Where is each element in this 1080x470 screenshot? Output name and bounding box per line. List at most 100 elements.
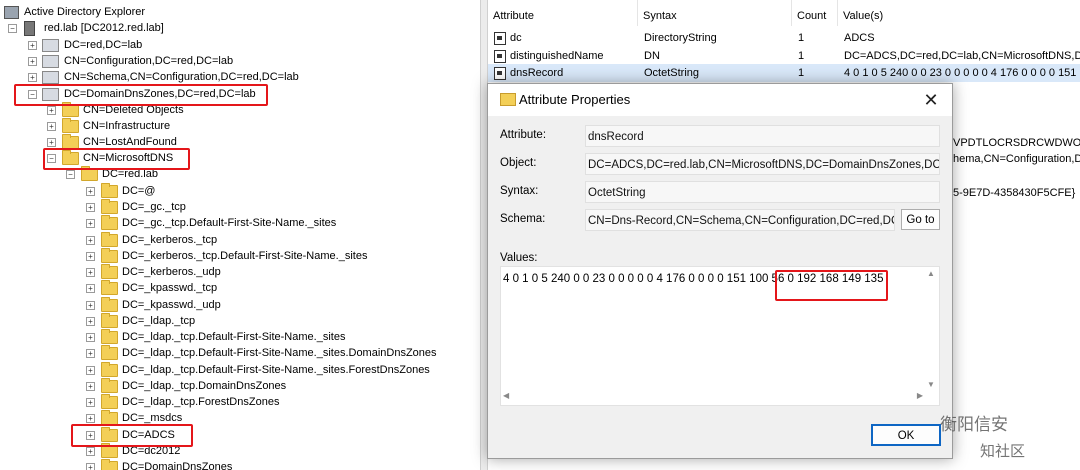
object-field[interactable]: DC=ADCS,DC=red.lab,CN=MicrosoftDNS,DC=Do…: [585, 153, 940, 175]
attribute-icon: [494, 32, 506, 45]
attribute-icon: [494, 50, 506, 63]
collapse-icon[interactable]: −: [8, 24, 17, 33]
highlight-adcs: [71, 424, 193, 447]
tree-item-label: DC=_gc._tcp.Default-First-Site-Name._sit…: [122, 217, 337, 229]
cell-count: 1: [798, 32, 805, 44]
expand-icon[interactable]: +: [86, 463, 95, 470]
values-label: Values:: [500, 252, 538, 264]
app-title: Active Directory Explorer: [24, 6, 146, 18]
folder-icon: [101, 232, 118, 247]
expand-icon[interactable]: +: [86, 382, 95, 391]
cell-syntax: DirectoryString: [644, 32, 717, 44]
container-icon: [42, 71, 59, 84]
syntax-field[interactable]: OctetString: [585, 181, 940, 203]
attribute-label: Attribute:: [500, 129, 547, 141]
column-header-syntax[interactable]: Syntax: [638, 0, 792, 26]
column-header-values[interactable]: Value(s): [838, 0, 1080, 26]
table-row[interactable]: distinguishedName DN 1 DC=ADCS,DC=red,DC…: [488, 47, 1080, 65]
folder-icon: [101, 459, 118, 470]
folder-icon: [62, 118, 79, 133]
attribute-field[interactable]: dnsRecord: [585, 125, 940, 147]
folder-icon: [101, 280, 118, 295]
tree-item-label: CN=Schema,CN=Configuration,DC=red,DC=lab: [64, 71, 299, 83]
folder-icon: [101, 378, 118, 393]
vertical-scrollbar[interactable]: ▲ ▼: [924, 269, 937, 389]
scroll-left-icon[interactable]: ◀: [503, 391, 509, 400]
highlight-ip-bytes: [775, 270, 888, 301]
tree-item-label: DC=_ldap._tcp: [122, 315, 196, 327]
highlight-domaindnszones: [14, 84, 268, 106]
folder-icon: [500, 93, 516, 106]
tree-item-label: DC=_ldap._tcp.Default-First-Site-Name._s…: [122, 347, 437, 359]
expand-icon[interactable]: +: [86, 268, 95, 277]
expand-icon[interactable]: +: [28, 73, 37, 82]
horizontal-scrollbar[interactable]: ◀ ▶: [503, 390, 923, 403]
cell-value: ADCS: [844, 32, 875, 44]
column-header-count[interactable]: Count: [792, 0, 838, 26]
close-icon[interactable]: ✕: [920, 89, 942, 111]
table-row[interactable]: dc DirectoryString 1 ADCS: [488, 29, 1080, 47]
expand-icon[interactable]: +: [86, 333, 95, 342]
schema-label: Schema:: [500, 213, 546, 225]
object-label: Object:: [500, 157, 537, 169]
peek-text: 5-9E7D-4358430F5CFE}: [953, 187, 1076, 199]
tree-item-label: DC=_ldap._tcp.DomainDnsZones: [122, 380, 287, 392]
tree-item-label: DC=_kpasswd._tcp: [122, 282, 218, 294]
cell-attribute: dc: [510, 32, 522, 44]
tree-item-label: DC=_ldap._tcp.Default-First-Site-Name._s…: [122, 331, 346, 343]
expand-icon[interactable]: +: [47, 106, 56, 115]
folder-icon: [101, 362, 118, 377]
expand-icon[interactable]: +: [86, 236, 95, 245]
expand-icon[interactable]: +: [28, 41, 37, 50]
expand-icon[interactable]: +: [86, 301, 95, 310]
server-icon: [24, 21, 35, 36]
watermark-text: 衡阳信安: [940, 415, 1008, 434]
expand-icon[interactable]: +: [86, 252, 95, 261]
expand-icon[interactable]: +: [47, 122, 56, 131]
expand-icon[interactable]: +: [86, 317, 95, 326]
tree-pane[interactable]: Active Directory Explorer − red.lab [DC2…: [0, 0, 480, 470]
schema-field[interactable]: CN=Dns-Record,CN=Schema,CN=Configuration…: [585, 209, 895, 231]
folder-icon: [101, 183, 118, 198]
folder-icon: [101, 345, 118, 360]
collapse-icon[interactable]: −: [66, 170, 75, 179]
cell-attribute: dnsRecord: [510, 67, 564, 79]
expand-icon[interactable]: +: [86, 284, 95, 293]
folder-icon: [101, 329, 118, 344]
folder-icon: [101, 297, 118, 312]
cell-value: 4 0 1 0 5 240 0 0 23 0 0 0 0 0 4 176 0 0…: [844, 67, 1080, 79]
domain-icon: [42, 39, 59, 52]
expand-icon[interactable]: +: [86, 414, 95, 423]
tree-item-label: CN=Infrastructure: [83, 120, 171, 132]
value-bytes: 4 0 1 0 5 240 0 0 23 0 0 0 0 0 4 176 0 0…: [503, 273, 798, 285]
column-header-attribute[interactable]: Attribute: [488, 0, 638, 26]
scroll-down-icon[interactable]: ▼: [927, 380, 935, 389]
tree-root-label: red.lab [DC2012.red.lab]: [44, 22, 164, 34]
scroll-right-icon[interactable]: ▶: [917, 391, 923, 400]
expand-icon[interactable]: +: [47, 138, 56, 147]
folder-icon: [101, 248, 118, 263]
ok-button[interactable]: OK: [871, 424, 941, 446]
peek-text: hema,CN=Configuration,D: [953, 153, 1080, 165]
goto-button[interactable]: Go to: [901, 209, 940, 230]
expand-icon[interactable]: +: [86, 187, 95, 196]
scroll-up-icon[interactable]: ▲: [927, 269, 935, 278]
dialog-titlebar[interactable]: Attribute Properties ✕: [488, 84, 952, 116]
table-row-selected[interactable]: dnsRecord OctetString 1 4 0 1 0 5 240 0 …: [488, 64, 1080, 82]
expand-icon[interactable]: +: [86, 366, 95, 375]
folder-icon: [101, 199, 118, 214]
tree-item-label: CN=Configuration,DC=red,DC=lab: [64, 55, 234, 67]
expand-icon[interactable]: +: [86, 219, 95, 228]
folder-icon: [101, 313, 118, 328]
folder-icon: [101, 394, 118, 409]
attribute-icon: [494, 67, 506, 80]
attribute-properties-dialog[interactable]: Attribute Properties ✕ Attribute: dnsRec…: [487, 83, 953, 459]
expand-icon[interactable]: +: [86, 203, 95, 212]
folder-icon: [101, 215, 118, 230]
tree-item-label: DC=@: [122, 185, 156, 197]
expand-icon[interactable]: +: [86, 349, 95, 358]
expand-icon[interactable]: +: [28, 57, 37, 66]
expand-icon[interactable]: +: [86, 398, 95, 407]
expand-icon[interactable]: +: [86, 447, 95, 456]
dialog-title: Attribute Properties: [519, 92, 631, 107]
